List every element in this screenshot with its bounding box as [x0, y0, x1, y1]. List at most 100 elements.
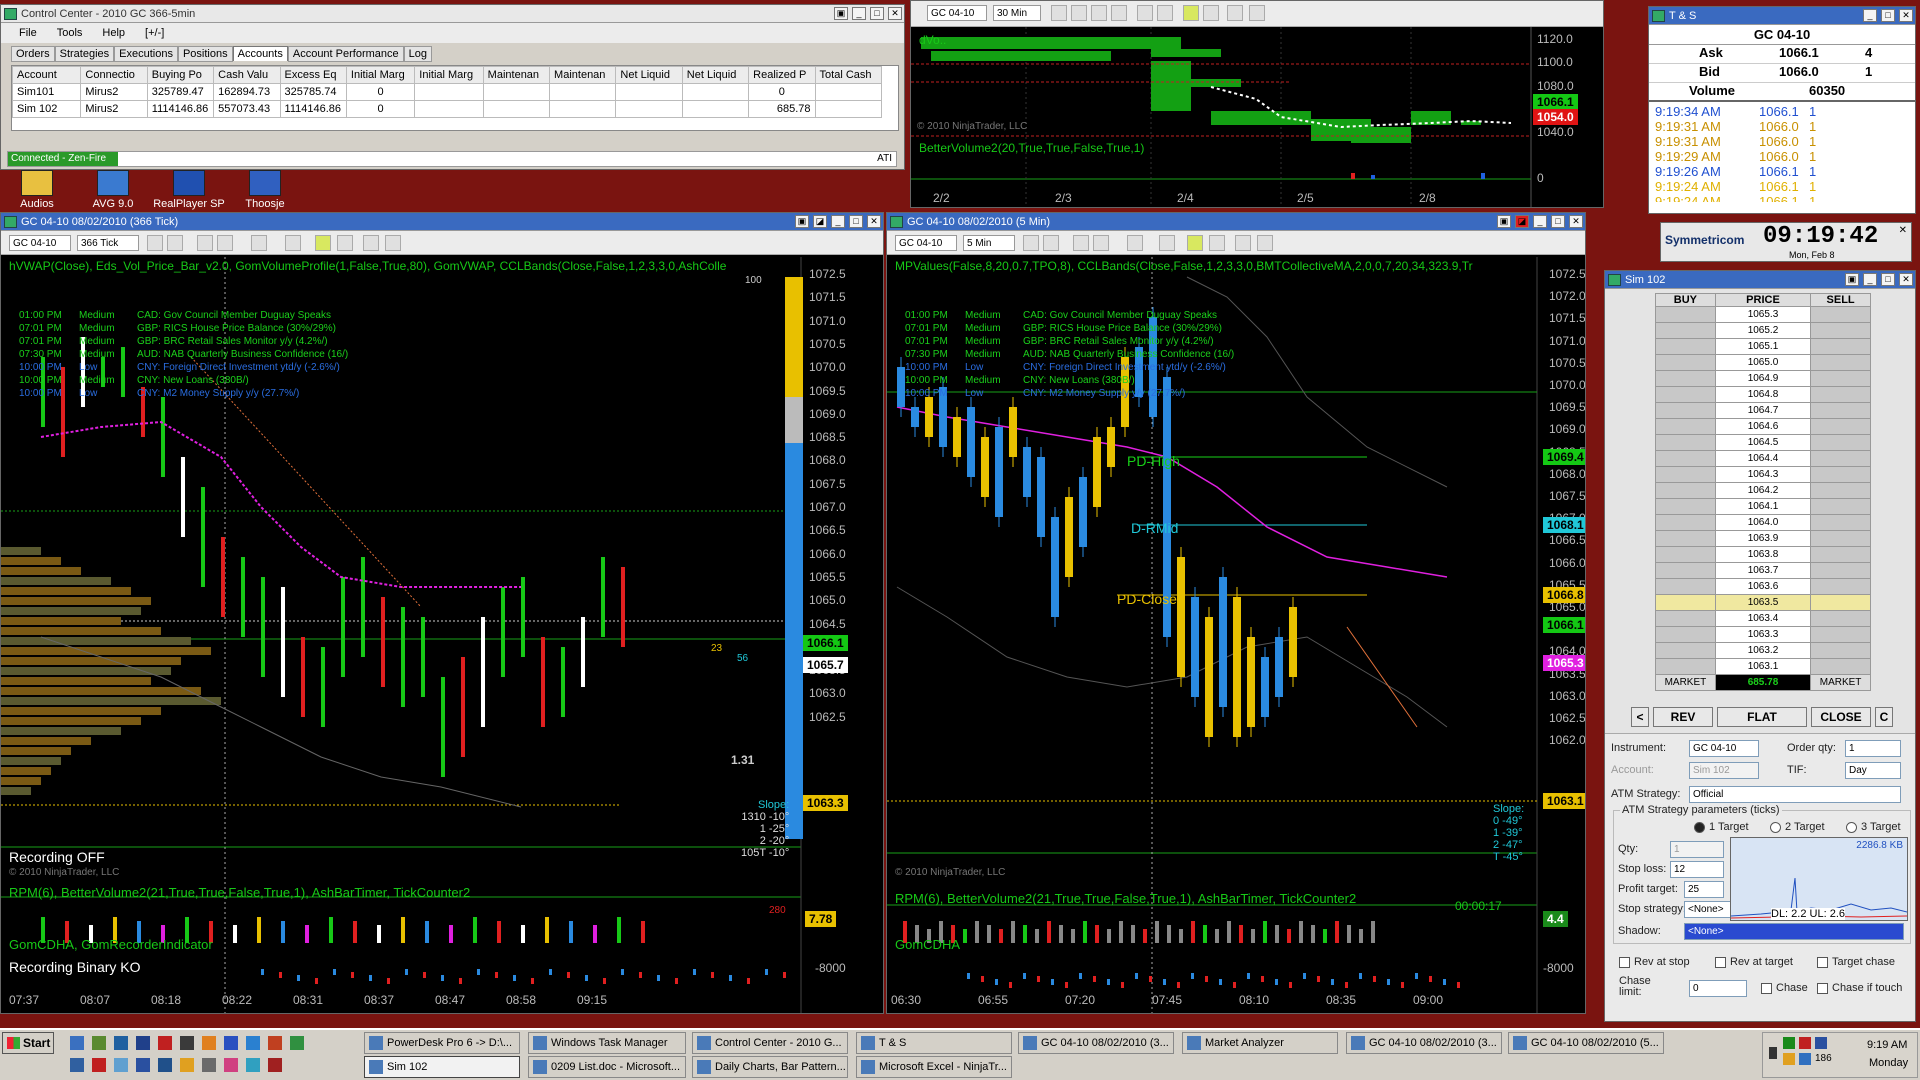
chart-trader-icon[interactable]	[1183, 5, 1199, 21]
draw-tool-icon[interactable]	[147, 235, 163, 251]
buy-cell[interactable]	[1655, 498, 1716, 515]
pin-icon[interactable]: ▣	[834, 7, 848, 20]
market-sell-button[interactable]: MARKET	[1810, 674, 1871, 691]
tick-chart-titlebar[interactable]: GC 04-10 08/02/2010 (366 Tick) ▣ ◪ _ □ ✕	[1, 213, 883, 231]
sell-cell[interactable]	[1810, 610, 1871, 627]
strategies-icon[interactable]	[363, 235, 379, 251]
minimize-button[interactable]: _	[1533, 215, 1547, 228]
col-header[interactable]: Buying Po	[146, 66, 215, 84]
data-box-icon[interactable]	[1249, 5, 1265, 21]
quick-launch-icon[interactable]	[224, 1036, 238, 1050]
chart-30min-plot[interactable]: dVo.. © 2010 NinjaTrader, LLC BetterVolu…	[911, 27, 1603, 207]
close-button[interactable]: ✕	[888, 7, 902, 20]
properties-icon[interactable]	[285, 235, 301, 251]
buy-cell[interactable]	[1655, 466, 1716, 483]
tab-strategies[interactable]: Strategies	[54, 46, 115, 62]
sell-cell[interactable]	[1810, 514, 1871, 531]
close-icon[interactable]: ✕	[1899, 225, 1907, 236]
zoom-out-icon[interactable]	[1111, 5, 1127, 21]
minimize-button[interactable]: _	[831, 215, 845, 228]
atm-strategy-field[interactable]: Official	[1689, 786, 1901, 803]
buy-cell[interactable]	[1655, 530, 1716, 547]
table-row[interactable]: Sim101 Mirus2 325789.47 162894.73 325785.74 0…	[12, 83, 883, 101]
crosshair-icon[interactable]	[251, 235, 267, 251]
sell-cell[interactable]	[1810, 306, 1871, 323]
maximize-button[interactable]: □	[849, 215, 863, 228]
sell-cell[interactable]	[1810, 434, 1871, 451]
qty-field[interactable]: 1	[1670, 841, 1724, 858]
buy-cell[interactable]	[1655, 594, 1716, 611]
pencil-icon[interactable]	[167, 235, 183, 251]
col-header[interactable]: Maintenan	[482, 66, 551, 84]
sell-cell[interactable]	[1810, 626, 1871, 643]
quick-launch-icon[interactable]	[70, 1058, 84, 1072]
sell-cell[interactable]	[1810, 354, 1871, 371]
col-header[interactable]: Cash Valu	[213, 66, 281, 84]
sell-cell[interactable]	[1810, 562, 1871, 579]
desktop-icon-thoosje[interactable]: Thoosje	[220, 170, 310, 210]
sell-cell[interactable]	[1810, 498, 1871, 515]
tray-icon[interactable]	[1815, 1037, 1827, 1049]
ts-titlebar[interactable]: T & S _ □ ✕	[1649, 7, 1915, 25]
target-chase-checkbox[interactable]: Target chase	[1817, 956, 1895, 968]
menu-help[interactable]: Help	[102, 27, 125, 39]
close-button[interactable]: ✕	[1569, 215, 1583, 228]
close-position-button[interactable]: CLOSE	[1811, 707, 1871, 727]
table-row[interactable]: Sim 102 Mirus2 1114146.86 557073.43 1114146.…	[12, 100, 883, 118]
tray-icon[interactable]	[1799, 1053, 1811, 1065]
minimize-button[interactable]: _	[1863, 273, 1877, 286]
sell-cell[interactable]	[1810, 386, 1871, 403]
col-header[interactable]: Net Liquid	[681, 66, 750, 84]
buy-cell[interactable]	[1655, 610, 1716, 627]
col-header[interactable]: Initial Marg	[414, 66, 484, 84]
minimize-button[interactable]: _	[1863, 9, 1877, 22]
order-qty-field[interactable]: 1	[1845, 740, 1901, 757]
instrument-field[interactable]: GC 04-10	[1689, 740, 1759, 757]
quick-launch-icon[interactable]	[114, 1036, 128, 1050]
menu-file[interactable]: File	[19, 27, 37, 39]
quick-launch-icon[interactable]	[246, 1058, 260, 1072]
quick-launch-icon[interactable]	[114, 1058, 128, 1072]
close-button[interactable]: ✕	[867, 215, 881, 228]
sell-cell[interactable]	[1810, 370, 1871, 387]
sell-cell[interactable]	[1810, 546, 1871, 563]
quick-launch-icon[interactable]	[136, 1058, 150, 1072]
indicators-icon[interactable]	[1209, 235, 1225, 251]
zoom-in-icon[interactable]	[1073, 235, 1089, 251]
maximize-button[interactable]: □	[1881, 9, 1895, 22]
profit-target-field[interactable]: 25	[1684, 881, 1724, 898]
taskbar-button-chart-5min[interactable]: GC 04-10 08/02/2010 (5...	[1508, 1032, 1664, 1054]
zoom-in-icon[interactable]	[1091, 5, 1107, 21]
zoom-out-icon[interactable]	[217, 235, 233, 251]
sell-cell[interactable]	[1810, 530, 1871, 547]
col-header[interactable]: Excess Eq	[279, 66, 347, 84]
menu-toggle[interactable]: [+/-]	[145, 27, 164, 39]
sell-cell[interactable]	[1810, 658, 1871, 675]
taskbar-button-time-sales[interactable]: T & S	[856, 1032, 1012, 1054]
quick-launch-icon[interactable]	[92, 1058, 106, 1072]
quick-launch-icon[interactable]	[92, 1036, 106, 1050]
ts-trade-list[interactable]: 9:19:34 AM 1066.1 1 9:19:31 AM 1066.0 1 9:19:3…	[1649, 102, 1915, 202]
link-icon[interactable]: ◪	[813, 215, 827, 228]
zoom-out-icon[interactable]	[1093, 235, 1109, 251]
taskbar-button-task-manager[interactable]: Windows Task Manager	[528, 1032, 686, 1054]
buy-cell[interactable]	[1655, 642, 1716, 659]
period-selector[interactable]: 30 Min	[993, 5, 1041, 21]
buy-cell[interactable]	[1655, 482, 1716, 499]
chase-if-touch-checkbox[interactable]: Chase if touch	[1817, 982, 1902, 994]
taskbar-button-sim-102[interactable]: Sim 102	[364, 1056, 520, 1078]
link-icon[interactable]: ◪	[1515, 215, 1529, 228]
taskbar-button-powerdesk[interactable]: PowerDesk Pro 6 -> D:\...	[364, 1032, 520, 1054]
minimize-button[interactable]: _	[852, 7, 866, 20]
radio-3-target[interactable]: 3 Target	[1846, 821, 1901, 833]
sell-cell[interactable]	[1810, 418, 1871, 435]
control-center-titlebar[interactable]: Control Center - 2010 GC 366-5min ▣ _ □ ✕	[1, 5, 904, 23]
data-box-icon[interactable]	[1257, 235, 1273, 251]
menu-tools[interactable]: Tools	[57, 27, 83, 39]
buy-cell[interactable]	[1655, 386, 1716, 403]
buy-cell[interactable]	[1655, 306, 1716, 323]
quick-launch-icon[interactable]	[268, 1036, 282, 1050]
col-header[interactable]: Account	[12, 66, 82, 84]
strategies-icon[interactable]	[1235, 235, 1251, 251]
chart-trader-icon[interactable]	[315, 235, 331, 251]
